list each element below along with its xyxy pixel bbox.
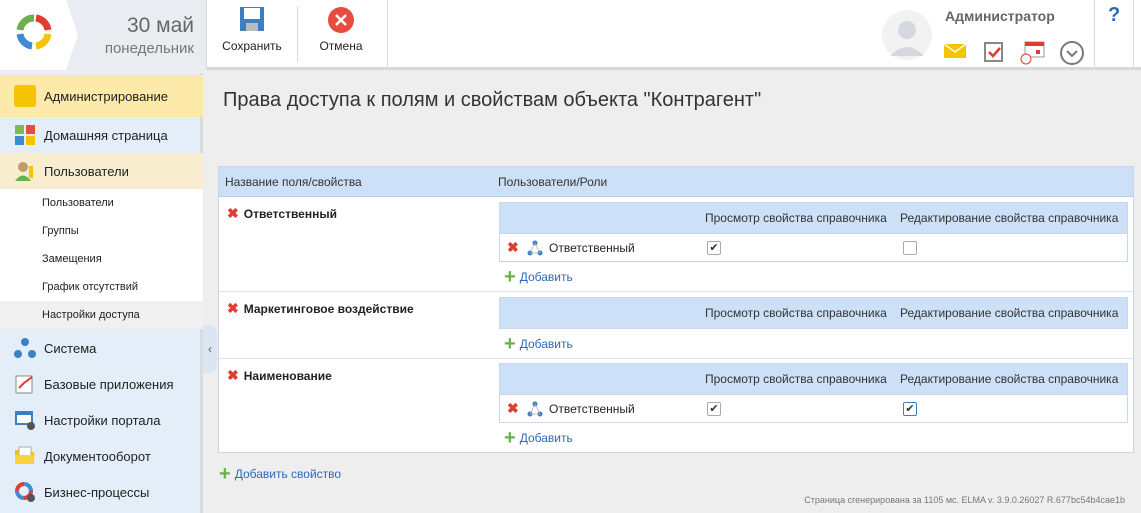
sidebar-item-portal-settings[interactable]: Настройки портала [0, 402, 203, 438]
weekday: понедельник [104, 40, 194, 57]
role-name: Ответственный [549, 241, 635, 255]
permissions-table: Просмотр свойства справочника Редактирова… [499, 363, 1128, 423]
sidebar-item-documents[interactable]: Документооборот [0, 438, 203, 474]
sidebar-item-business-processes[interactable]: Бизнес-процессы [0, 474, 203, 510]
sidebar-item-label: Документооборот [44, 448, 151, 464]
page-title: Права доступа к полям и свойствам объект… [223, 89, 762, 111]
plus-icon: + [504, 266, 516, 288]
add-label: Добавить [519, 270, 573, 284]
top-bar: 30 май понедельник Сохранить Отмена Адми… [0, 0, 1141, 70]
sidebar-subitem-groups[interactable]: Группы [0, 217, 203, 245]
sidebar-item-base-apps[interactable]: Базовые приложения [0, 366, 203, 402]
sidebar-item-label: Настройки портала [44, 412, 161, 428]
date-panel: 30 май понедельник [66, 0, 206, 70]
folder-icon [15, 446, 35, 464]
sidebar-item-system[interactable]: Система [0, 330, 203, 366]
sidebar-subitem-absences[interactable]: График отсутствий [0, 273, 203, 301]
sidebar-item-label: Администрирование [44, 88, 168, 104]
sidebar-item-label: Бизнес-процессы [44, 484, 150, 500]
add-button[interactable]: + Добавить [504, 266, 573, 288]
portal-settings-icon [15, 411, 35, 430]
delete-icon[interactable]: ✖ [227, 367, 239, 384]
sidebar-subitem-users[interactable]: Пользователи [0, 189, 203, 217]
access-table: Название поля/свойства Пользователи/Роли… [218, 166, 1134, 453]
sidebar: Администрирование Домашняя страница Поль… [0, 73, 203, 513]
sidebar-item-administration[interactable]: Администрирование [0, 75, 203, 117]
sidebar-item-users[interactable]: Пользователи [0, 153, 203, 189]
property-name: Маркетинговое воздействие [243, 301, 414, 316]
help-button[interactable]: ? [1108, 4, 1120, 27]
sidebar-item-home[interactable]: Домашняя страница [0, 117, 203, 153]
delete-icon[interactable]: ✖ [227, 300, 239, 317]
edit-checkbox[interactable]: ✔ [903, 402, 917, 416]
table-row: ✖ Ответственный Просмотр свойства справоч… [219, 197, 1133, 292]
floppy-disk-icon [240, 7, 264, 31]
permissions-table: Просмотр свойства справочника Редактирова… [499, 202, 1128, 262]
mail-icon[interactable] [944, 44, 966, 58]
lock-key-icon [14, 85, 36, 107]
users-icon [15, 162, 33, 181]
delete-icon[interactable]: ✖ [507, 239, 519, 256]
column-header-users: Пользователи/Роли [498, 175, 608, 189]
role-icon [527, 240, 543, 256]
cancel-label: Отмена [319, 39, 363, 53]
role-icon [527, 401, 543, 417]
system-icon [14, 338, 36, 358]
plus-icon: + [504, 427, 516, 449]
avatar[interactable] [882, 10, 932, 60]
view-checkbox[interactable]: ✔ [707, 402, 721, 416]
delete-icon[interactable]: ✖ [507, 400, 519, 417]
role-name: Ответственный [549, 402, 635, 416]
permission-row: ✖ Ответственный ✔ ✔ [500, 394, 1127, 422]
column-header-view: Просмотр свойства справочника [705, 306, 887, 320]
plus-icon: + [219, 463, 231, 485]
add-button[interactable]: + Добавить [504, 427, 573, 449]
sidebar-item-label: Система [44, 340, 97, 356]
footer-info: Страница сгенерирована за 1105 мс. ELMA … [804, 495, 1125, 505]
sidebar-subitem-substitutions[interactable]: Замещения [0, 245, 203, 273]
cancel-button[interactable]: Отмена [312, 6, 370, 53]
column-header-edit: Редактирование свойства справочника [900, 372, 1119, 386]
property-name: Ответственный [243, 206, 337, 221]
save-label: Сохранить [222, 39, 282, 53]
sidebar-subitem-access-settings[interactable]: Настройки доступа [0, 301, 203, 329]
tasks-icon[interactable] [984, 40, 1004, 62]
home-tiles-icon [15, 125, 35, 145]
property-name: Наименование [243, 368, 332, 383]
sidebar-item-label: Базовые приложения [44, 376, 174, 392]
table-row: ✖ Маркетинговое воздействие Просмотр свой… [219, 292, 1133, 359]
user-name[interactable]: Администратор [945, 8, 1055, 24]
edit-checkbox[interactable] [903, 241, 917, 255]
elma-logo[interactable] [0, 0, 72, 70]
table-row: ✖ Наименование Просмотр свойства справочн… [219, 359, 1133, 453]
add-property-button[interactable]: + Добавить свойство [219, 463, 342, 485]
date: 30 май [126, 14, 194, 37]
sidebar-item-label: Пользователи [44, 163, 129, 179]
table-header: Название поля/свойства Пользователи/Роли [219, 167, 1133, 197]
apps-icon [15, 375, 33, 394]
delete-icon[interactable]: ✖ [227, 205, 239, 222]
column-header-field: Название поля/свойства [225, 175, 362, 189]
collapse-sidebar-button[interactable]: ‹ [203, 325, 217, 373]
plus-icon: + [504, 333, 516, 355]
add-button[interactable]: + Добавить [504, 333, 573, 355]
add-label: Добавить [519, 431, 573, 445]
permission-row: ✖ Ответственный ✔ [500, 233, 1127, 261]
processes-icon [15, 482, 35, 502]
view-checkbox[interactable]: ✔ [707, 241, 721, 255]
column-header-view: Просмотр свойства справочника [705, 372, 887, 386]
sidebar-item-label: Домашняя страница [44, 127, 168, 143]
chevron-left-icon: ‹ [208, 342, 212, 356]
logo-icon [16, 14, 52, 50]
column-header-edit: Редактирование свойства справочника [900, 211, 1119, 225]
chevron-down-icon[interactable] [1059, 40, 1085, 66]
column-header-edit: Редактирование свойства справочника [900, 306, 1119, 320]
save-button[interactable]: Сохранить [222, 6, 282, 53]
add-label: Добавить [519, 337, 573, 351]
column-header-view: Просмотр свойства справочника [705, 211, 887, 225]
add-property-label: Добавить свойство [234, 467, 342, 481]
calendar-icon[interactable] [1020, 41, 1046, 65]
permissions-table: Просмотр свойства справочника Редактирова… [499, 297, 1128, 329]
cancel-icon [328, 7, 354, 33]
